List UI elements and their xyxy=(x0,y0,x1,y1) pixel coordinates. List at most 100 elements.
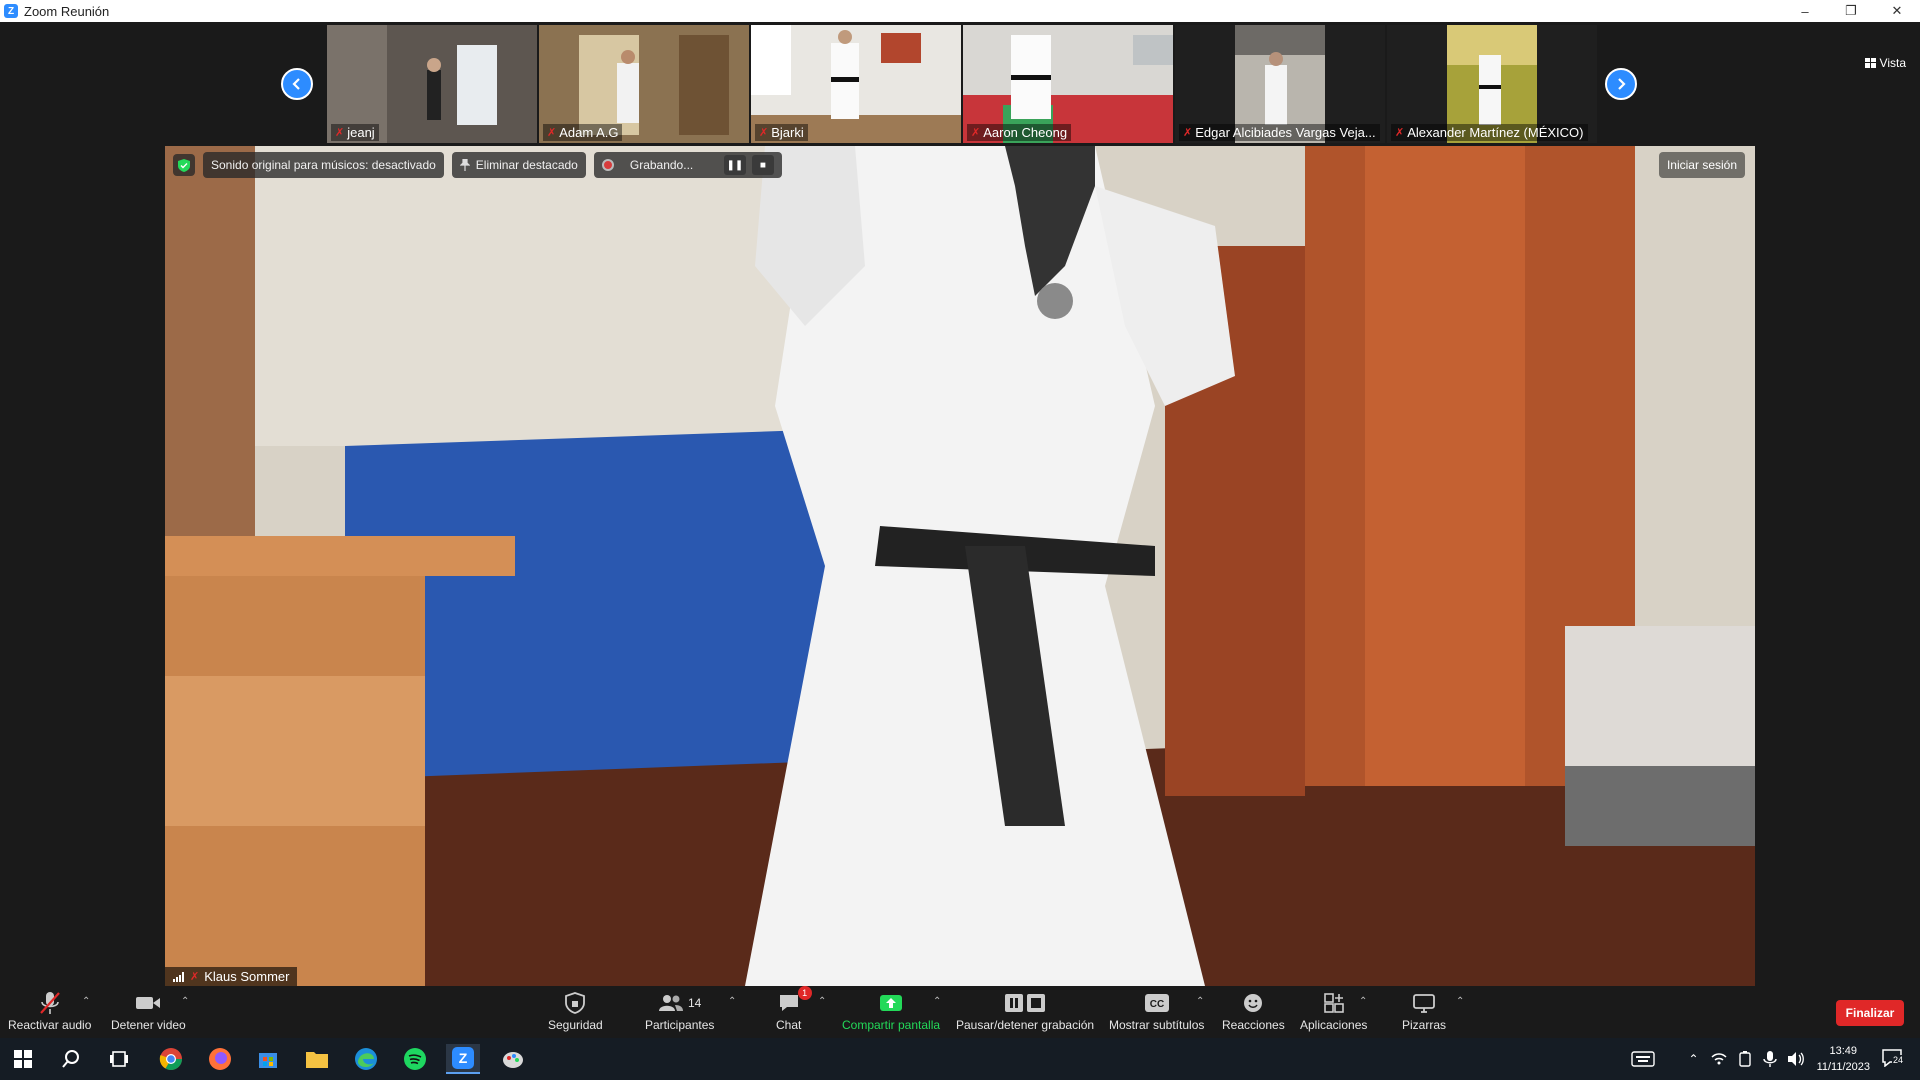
show-hidden-icons-icon[interactable]: ⌃ xyxy=(1689,1052,1699,1066)
participant-name: Bjarki xyxy=(771,125,804,140)
task-view-button[interactable] xyxy=(102,1044,136,1074)
window-controls: – ❐ ✕ xyxy=(1782,0,1920,22)
file-explorer-taskbar-button[interactable] xyxy=(300,1044,334,1074)
view-button[interactable]: Vista xyxy=(1864,56,1906,70)
whiteboards-label: Pizarras xyxy=(1402,1018,1447,1032)
stop-video-button[interactable]: Detener video xyxy=(111,990,186,1032)
remove-spotlight-label: Eliminar destacado xyxy=(475,158,578,172)
share-screen-label: Compartir pantalla xyxy=(842,1018,941,1032)
muted-mic-icon: ✗ xyxy=(335,127,345,139)
pause-stop-recording-button[interactable]: Pausar/detener grabación xyxy=(956,990,1094,1032)
zoom-taskbar-button[interactable]: Z xyxy=(446,1044,480,1074)
keyboard-icon[interactable] xyxy=(1630,1051,1655,1067)
video-options-caret[interactable]: ⌃ xyxy=(181,996,189,1007)
participants-button[interactable]: 14 Participantes xyxy=(645,990,714,1032)
chat-label: Chat xyxy=(776,1018,802,1032)
speaker-name-tag: ✗ Klaus Sommer xyxy=(165,967,298,986)
participant-tile[interactable]: ✗ Bjarki xyxy=(751,25,961,143)
start-button[interactable] xyxy=(6,1044,40,1074)
chat-options-caret[interactable]: ⌃ xyxy=(818,996,826,1007)
participants-label: Participantes xyxy=(645,1018,715,1032)
firefox-taskbar-button[interactable] xyxy=(203,1044,237,1074)
window-title: Zoom Reunión xyxy=(24,3,110,19)
folder-icon xyxy=(306,1052,328,1068)
apps-options-caret[interactable]: ⌃ xyxy=(1359,996,1367,1007)
apps-label: Aplicaciones xyxy=(1300,1018,1368,1032)
battery-icon[interactable] xyxy=(1737,1051,1753,1067)
audio-options-caret[interactable]: ⌃ xyxy=(82,996,90,1007)
paint-taskbar-button[interactable] xyxy=(496,1044,530,1074)
original-sound-status[interactable]: Sonido original para músicos: desactivad… xyxy=(203,152,444,178)
edge-taskbar-button[interactable] xyxy=(349,1044,383,1074)
spotlight-video[interactable]: Sonido original para músicos: desactivad… xyxy=(165,146,1755,986)
video-camera-icon xyxy=(135,990,161,1016)
smiley-icon xyxy=(1242,990,1264,1016)
pause-recording-button[interactable]: ❚❚ xyxy=(723,155,746,175)
share-screen-icon xyxy=(879,990,903,1016)
chevron-right-icon xyxy=(1618,78,1626,90)
speaker-name: Klaus Sommer xyxy=(204,969,290,984)
apps-button[interactable]: Aplicaciones xyxy=(1300,990,1367,1032)
participant-tile[interactable]: ✗ Alexander Martínez (MÉXICO) xyxy=(1387,25,1597,143)
taskbar-clock[interactable]: 13:49 11/11/2023 xyxy=(1817,1043,1870,1075)
share-options-caret[interactable]: ⌃ xyxy=(933,996,941,1007)
next-page-button[interactable] xyxy=(1605,68,1637,100)
search-button[interactable] xyxy=(54,1044,88,1074)
svg-text:CC: CC xyxy=(1149,999,1163,1010)
chrome-taskbar-button[interactable] xyxy=(154,1044,188,1074)
encryption-shield-icon[interactable] xyxy=(173,154,195,176)
search-icon xyxy=(62,1050,79,1068)
firefox-icon xyxy=(209,1048,231,1070)
title-bar: Z Zoom Reunión – ❐ ✕ xyxy=(0,0,1920,22)
stop-recording-button[interactable]: ■ xyxy=(751,155,774,175)
participant-thumbnails: ✗ jeanj ✗ Adam A.G ✗ Bjarki ✗ Aaron Cheo… xyxy=(327,25,1599,143)
paint-palette-icon xyxy=(503,1052,523,1068)
chat-button[interactable]: 1 Chat xyxy=(776,986,812,1032)
microphone-icon[interactable] xyxy=(1762,1051,1777,1067)
muted-mic-icon: ✗ xyxy=(759,127,769,139)
captions-options-caret[interactable]: ⌃ xyxy=(1196,996,1204,1007)
previous-page-button[interactable] xyxy=(281,68,313,100)
system-tray: ⌃ 13:49 11/11/2023 24 xyxy=(1630,1038,1920,1080)
whiteboards-button[interactable]: Pizarras xyxy=(1402,990,1446,1032)
unmute-button[interactable]: Reactivar audio xyxy=(8,990,91,1032)
whiteboard-icon xyxy=(1412,990,1436,1016)
close-button[interactable]: ✕ xyxy=(1874,0,1920,22)
participant-tile[interactable]: ✗ Adam A.G xyxy=(539,25,749,143)
volume-icon[interactable] xyxy=(1787,1051,1805,1067)
participant-name: Alexander Martínez (MÉXICO) xyxy=(1407,125,1584,140)
participant-tile[interactable]: ✗ Aaron Cheong xyxy=(963,25,1173,143)
sign-in-button[interactable]: Iniciar sesión xyxy=(1658,152,1745,178)
muted-mic-icon: ✗ xyxy=(547,127,557,139)
participants-options-caret[interactable]: ⌃ xyxy=(728,996,736,1007)
end-meeting-button[interactable]: Finalizar xyxy=(1836,1000,1904,1026)
notification-center-button[interactable]: 24 xyxy=(1882,1048,1905,1070)
restore-button[interactable]: ❐ xyxy=(1828,0,1874,22)
store-taskbar-button[interactable] xyxy=(251,1044,285,1074)
windows-logo-icon xyxy=(14,1050,32,1068)
svg-text:Z: Z xyxy=(459,1050,468,1066)
participant-tile[interactable]: ✗ Edgar Alcibiades Vargas Veja... xyxy=(1175,25,1385,143)
store-icon xyxy=(259,1053,277,1068)
spotify-taskbar-button[interactable] xyxy=(398,1044,432,1074)
meeting-toolbar: Reactivar audio ⌃ Detener video ⌃ Seguri… xyxy=(0,986,1920,1038)
participant-name: jeanj xyxy=(347,125,375,140)
participant-tile[interactable]: ✗ jeanj xyxy=(327,25,537,143)
chat-unread-badge: 1 xyxy=(797,986,812,1000)
shield-icon xyxy=(565,990,586,1016)
security-button[interactable]: Seguridad xyxy=(548,990,603,1032)
captions-button[interactable]: CC Mostrar subtítulos xyxy=(1109,990,1204,1032)
muted-mic-icon: ✗ xyxy=(1395,127,1405,139)
share-screen-button[interactable]: Compartir pantalla xyxy=(842,990,940,1032)
zoom-logo-icon: Z xyxy=(4,4,18,18)
remove-spotlight-button[interactable]: Eliminar destacado xyxy=(451,152,586,178)
network-icon[interactable] xyxy=(1711,1051,1727,1067)
muted-mic-icon: ✗ xyxy=(1183,127,1193,139)
participants-count: 14 xyxy=(688,996,702,1010)
reactions-button[interactable]: Reacciones xyxy=(1222,990,1285,1032)
whiteboards-options-caret[interactable]: ⌃ xyxy=(1456,996,1464,1007)
edge-icon xyxy=(355,1048,377,1070)
recording-label: Grabando... xyxy=(629,158,694,172)
chevron-left-icon xyxy=(292,78,300,90)
minimize-button[interactable]: – xyxy=(1782,0,1828,22)
